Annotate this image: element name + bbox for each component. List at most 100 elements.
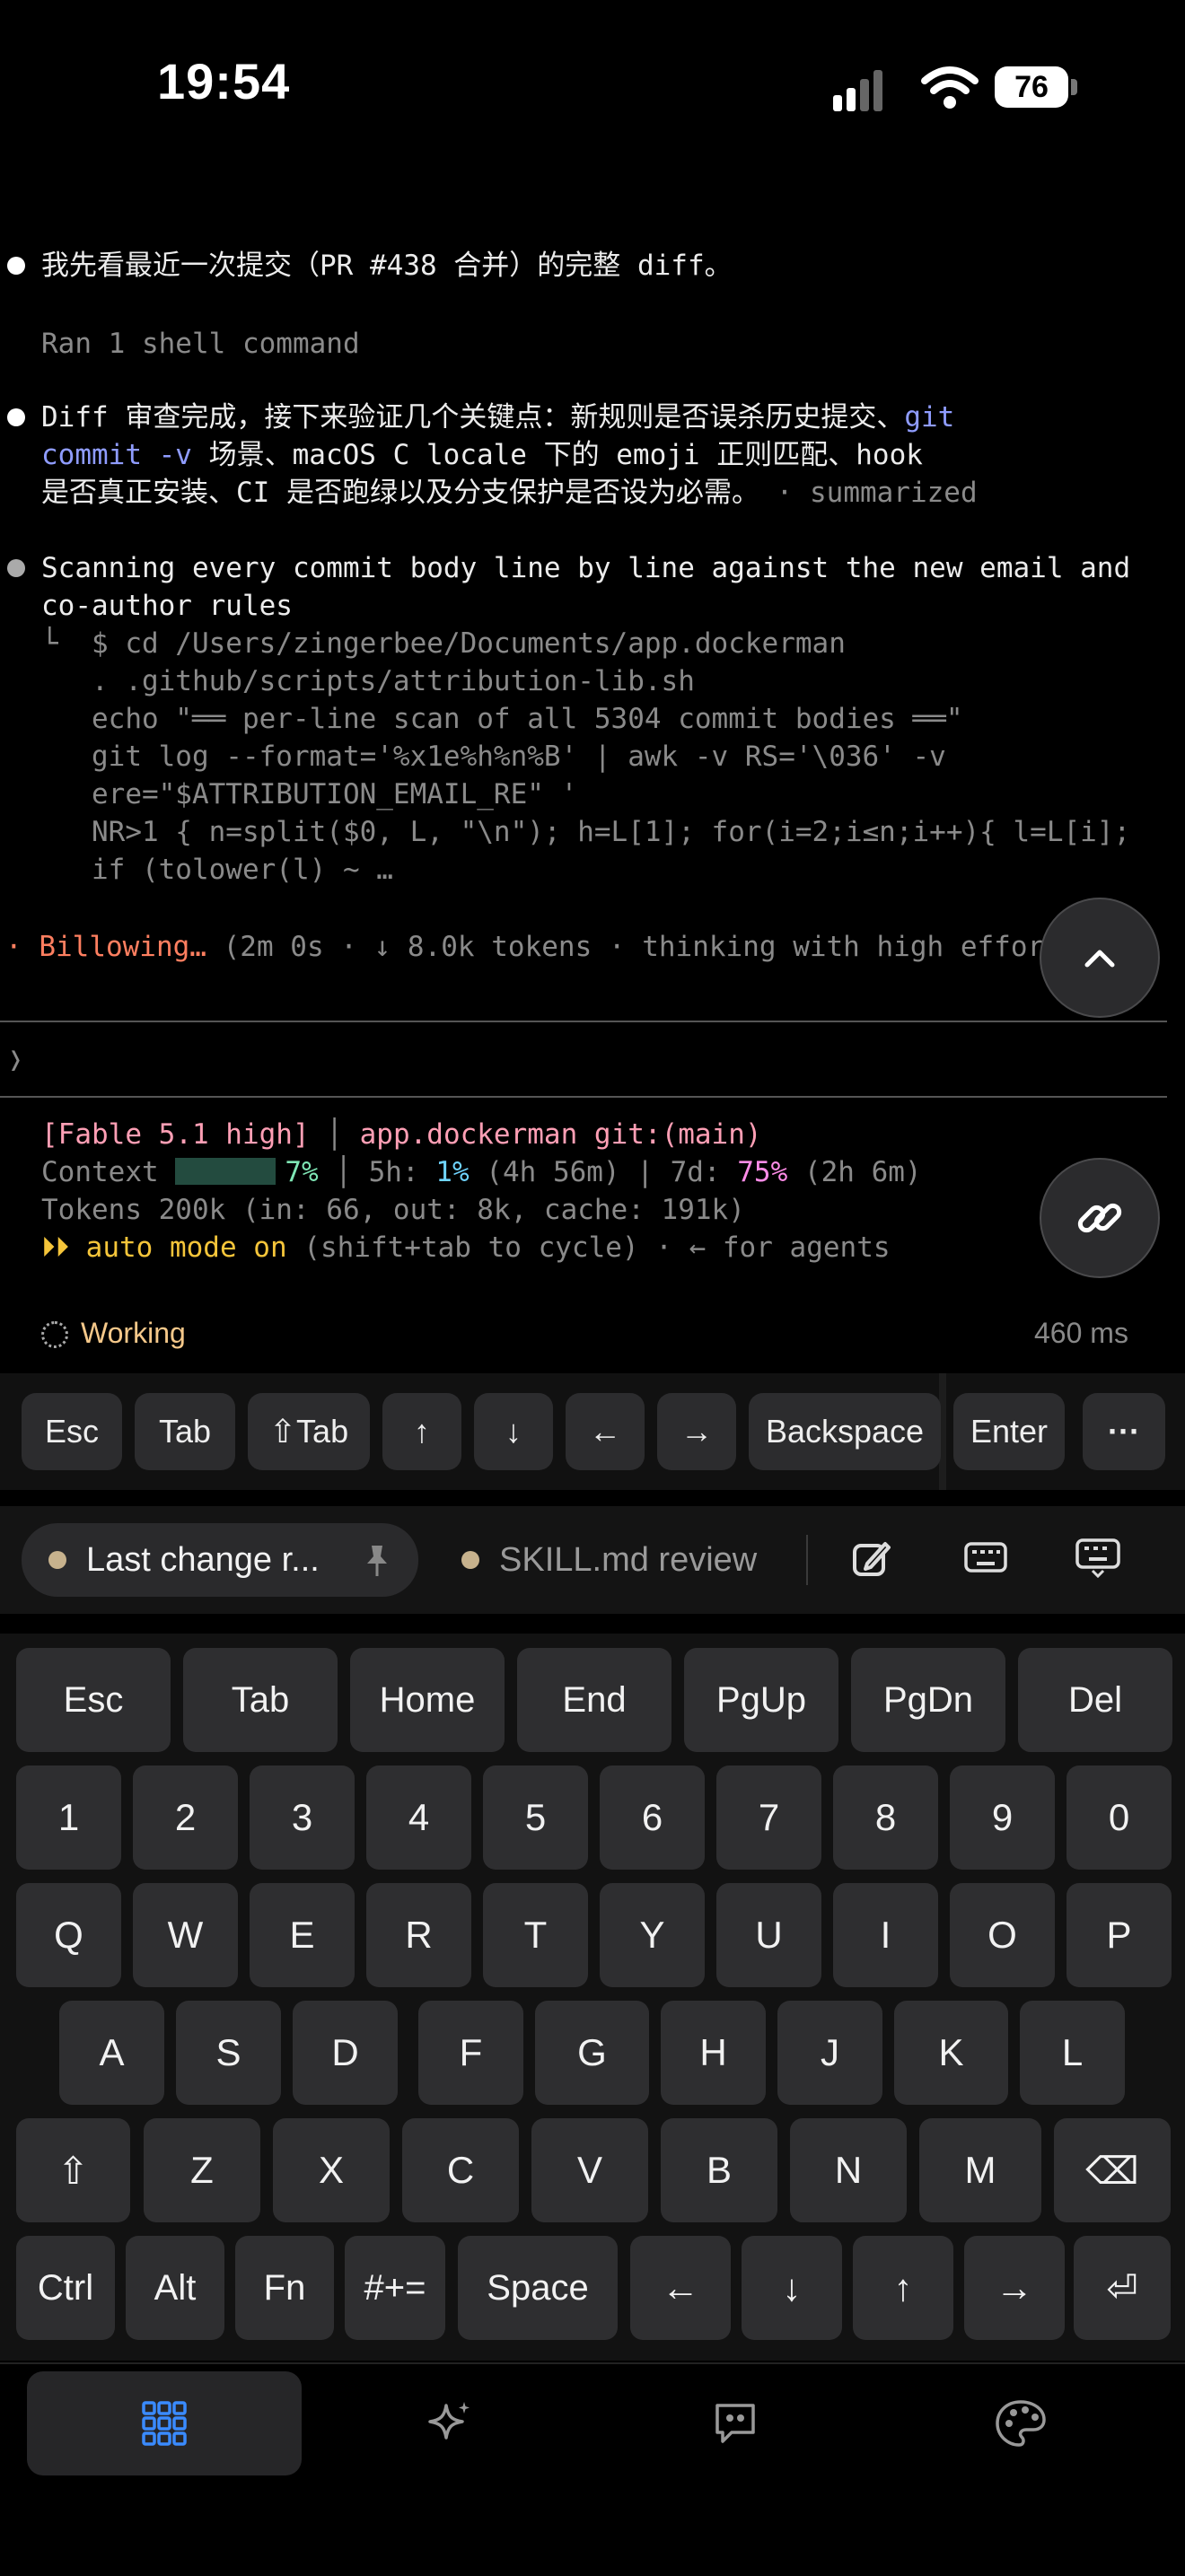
keyboard-icon[interactable] [964, 1542, 1007, 1574]
toolbar-esc-key[interactable]: Esc [22, 1393, 122, 1470]
key-0[interactable]: 0 [1066, 1766, 1172, 1870]
toolbar-down-key[interactable]: ↓ [474, 1393, 553, 1470]
key-2[interactable]: 2 [133, 1766, 238, 1870]
key-8[interactable]: 8 [833, 1766, 938, 1870]
key-x[interactable]: X [273, 2118, 390, 2222]
key-arrow-up[interactable]: ↑ [853, 2236, 953, 2340]
scan-message: co-author rules [41, 590, 293, 622]
scroll-up-button[interactable] [1040, 898, 1160, 1018]
progress-line: · Billowing… (2m 0s · ↓ 8.0k tokens · th… [5, 931, 1078, 963]
command-line: . .github/scripts/attribution-lib.sh [41, 665, 695, 697]
tab-themes[interactable] [883, 2371, 1158, 2475]
elapsed-time: 460 ms [1034, 1317, 1128, 1349]
key-y[interactable]: Y [600, 1883, 705, 1987]
tool-bullet [7, 559, 25, 577]
key-f[interactable]: F [418, 2001, 523, 2105]
key-shift[interactable]: ⇧ [16, 2118, 130, 2222]
link-icon [1077, 1203, 1122, 1233]
status-time: 19:54 [157, 53, 291, 110]
key-r[interactable]: R [366, 1883, 471, 1987]
key-4[interactable]: 4 [366, 1766, 471, 1870]
key-b[interactable]: B [661, 2118, 777, 2222]
key-alt[interactable]: Alt [126, 2236, 224, 2340]
working-label: Working [81, 1317, 186, 1349]
key-arrow-right[interactable]: → [964, 2236, 1065, 2340]
key-arrow-left[interactable]: ← [630, 2236, 731, 2340]
key-symbols[interactable]: #+= [345, 2236, 445, 2340]
toolbar-right-key[interactable]: → [657, 1393, 736, 1470]
key-m[interactable]: M [919, 2118, 1041, 2222]
key-p[interactable]: P [1066, 1883, 1172, 1987]
sparkle-icon [428, 2402, 470, 2440]
key-3[interactable]: 3 [250, 1766, 355, 1870]
key-o[interactable]: O [950, 1883, 1055, 1987]
key-u[interactable]: U [716, 1883, 821, 1987]
key-pgdn[interactable]: PgDn [851, 1648, 1005, 1752]
key-w[interactable]: W [133, 1883, 238, 1987]
key-q[interactable]: Q [16, 1883, 121, 1987]
key-5[interactable]: 5 [483, 1766, 588, 1870]
battery-tip [1071, 79, 1077, 95]
key-e[interactable]: E [250, 1883, 355, 1987]
key-7[interactable]: 7 [716, 1766, 821, 1870]
wifi-icon [921, 66, 979, 109]
key-s[interactable]: S [176, 2001, 281, 2105]
palette-icon [996, 2400, 1046, 2447]
key-6[interactable]: 6 [600, 1766, 705, 1870]
toolbar-left-key[interactable]: ← [566, 1393, 645, 1470]
command-line: ere="$ATTRIBUTION_EMAIL_RE" ' [41, 778, 578, 810]
tab-snippets[interactable] [598, 2371, 873, 2475]
key-z[interactable]: Z [144, 2118, 260, 2222]
key-v[interactable]: V [531, 2118, 648, 2222]
key-return[interactable]: ⏎ [1074, 2236, 1171, 2340]
key-del[interactable]: Del [1018, 1648, 1172, 1752]
toolbar-shift-tab-key[interactable]: ⇧Tab [248, 1393, 370, 1470]
key-end[interactable]: End [517, 1648, 672, 1752]
cellular-signal-icon [833, 66, 898, 111]
key-l[interactable]: L [1020, 2001, 1125, 2105]
prompt-input[interactable]: ❭ [7, 1041, 24, 1079]
command-line: if (tolower(l) ~ … [41, 854, 393, 886]
key-space[interactable]: Space [458, 2236, 618, 2340]
key-t[interactable]: T [483, 1883, 588, 1987]
toolbar-tab-key[interactable]: Tab [135, 1393, 235, 1470]
toolbar-enter-key[interactable]: Enter [953, 1393, 1065, 1470]
key-d[interactable]: D [293, 2001, 398, 2105]
key-n[interactable]: N [790, 2118, 907, 2222]
tab-keyboard[interactable] [27, 2371, 302, 2475]
message-bullet [7, 257, 25, 275]
key-h[interactable]: H [661, 2001, 766, 2105]
key-tab[interactable]: Tab [183, 1648, 338, 1752]
key-i[interactable]: I [833, 1883, 938, 1987]
command-line: NR>1 { n=split($0, L, "\n"); h=L[1]; for… [41, 816, 1131, 848]
session-tab-active[interactable]: Last change r... [22, 1523, 418, 1597]
assistant-message: 我先看最近一次提交（PR #438 合并）的完整 diff。 [41, 250, 733, 282]
session-tab[interactable]: SKILL.md review [461, 1523, 757, 1597]
keyboard-grid-icon [142, 2401, 187, 2446]
toolbar-backspace-key[interactable]: Backspace [749, 1393, 941, 1470]
statusline-tokens: Tokens 200k (in: 66, out: 8k, cache: 191… [41, 1194, 745, 1226]
key-1[interactable]: 1 [16, 1766, 121, 1870]
divider [806, 1535, 808, 1585]
key-9[interactable]: 9 [950, 1766, 1055, 1870]
key-fn[interactable]: Fn [235, 2236, 334, 2340]
tab-ai[interactable] [312, 2371, 587, 2475]
statusline-model: [Fable 5.1 high] │ app.dockerman git:(ma… [41, 1118, 762, 1151]
key-backspace[interactable]: ⌫ [1054, 2118, 1171, 2222]
toolbar-more-key[interactable]: ··· [1083, 1393, 1165, 1470]
key-k[interactable]: K [894, 2001, 1008, 2105]
toolbar-up-key[interactable]: ↑ [382, 1393, 461, 1470]
keyboard-hide-icon[interactable] [1075, 1538, 1120, 1578]
key-g[interactable]: G [535, 2001, 649, 2105]
share-link-button[interactable] [1040, 1158, 1160, 1278]
key-home[interactable]: Home [350, 1648, 505, 1752]
key-j[interactable]: J [777, 2001, 882, 2105]
key-a[interactable]: A [59, 2001, 164, 2105]
key-arrow-down[interactable]: ↓ [742, 2236, 842, 2340]
key-pgup[interactable]: PgUp [684, 1648, 838, 1752]
key-esc[interactable]: Esc [16, 1648, 171, 1752]
key-ctrl[interactable]: Ctrl [16, 2236, 115, 2340]
key-c[interactable]: C [402, 2118, 519, 2222]
new-session-edit-icon[interactable] [851, 1538, 892, 1580]
session-tab-label: Last change r... [86, 1540, 320, 1579]
